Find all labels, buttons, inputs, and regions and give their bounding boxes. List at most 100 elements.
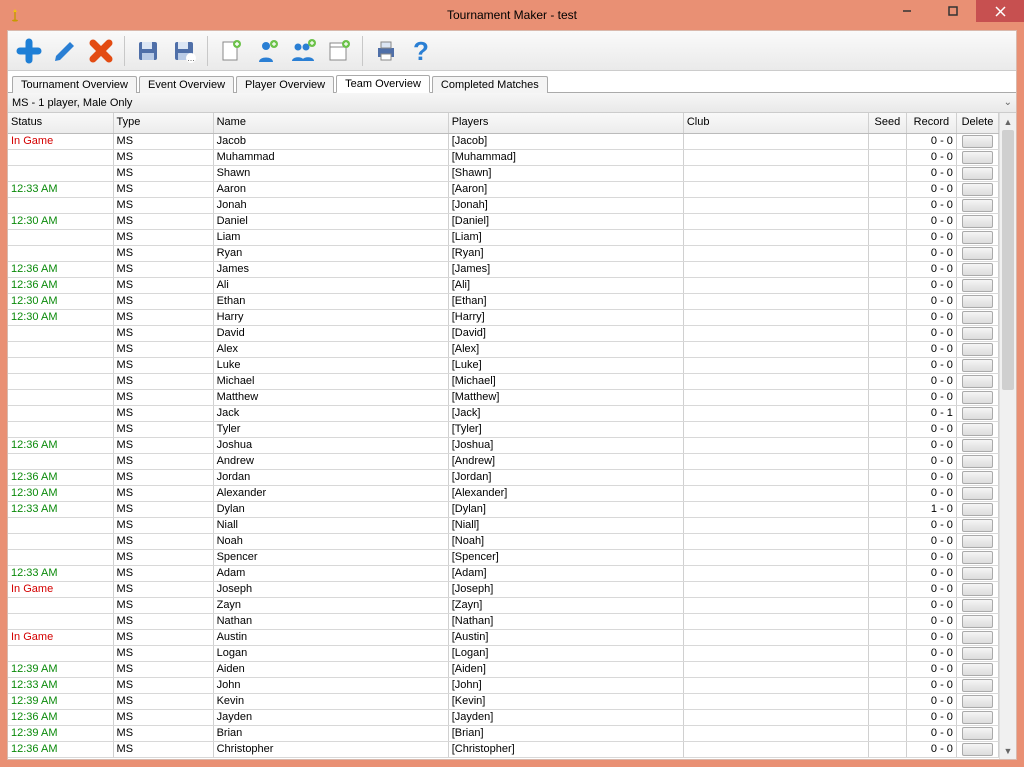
scroll-up-icon[interactable]: ▲ bbox=[1000, 113, 1016, 130]
table-row[interactable]: MSNoah[Noah]0 - 0 bbox=[8, 533, 999, 549]
table-row[interactable]: In GameMSJacob[Jacob]0 - 0 bbox=[8, 133, 999, 149]
save-as-icon[interactable]: … bbox=[169, 36, 199, 66]
tab-completed-matches[interactable]: Completed Matches bbox=[432, 76, 548, 93]
delete-button[interactable] bbox=[962, 583, 993, 596]
table-row[interactable]: MSJonah[Jonah]0 - 0 bbox=[8, 197, 999, 213]
table-row[interactable]: 12:33 AMMSJohn[John]0 - 0 bbox=[8, 677, 999, 693]
table-row[interactable]: MSRyan[Ryan]0 - 0 bbox=[8, 245, 999, 261]
col-club[interactable]: Club bbox=[683, 113, 868, 133]
table-row[interactable]: MSMatthew[Matthew]0 - 0 bbox=[8, 389, 999, 405]
delete-button[interactable] bbox=[962, 407, 993, 420]
delete-button[interactable] bbox=[962, 695, 993, 708]
table-row[interactable]: 12:36 AMMSJoshua[Joshua]0 - 0 bbox=[8, 437, 999, 453]
delete-button[interactable] bbox=[962, 231, 993, 244]
delete-button[interactable] bbox=[962, 471, 993, 484]
delete-button[interactable] bbox=[962, 743, 993, 756]
save-icon[interactable] bbox=[133, 36, 163, 66]
delete-button[interactable] bbox=[962, 423, 993, 436]
maximize-button[interactable] bbox=[930, 0, 976, 22]
minimize-button[interactable] bbox=[884, 0, 930, 22]
col-players[interactable]: Players bbox=[448, 113, 683, 133]
delete-button[interactable] bbox=[962, 199, 993, 212]
titlebar[interactable]: Tournament Maker - test bbox=[0, 0, 1024, 30]
edit-icon[interactable] bbox=[50, 36, 80, 66]
table-row[interactable]: MSMuhammad[Muhammad]0 - 0 bbox=[8, 149, 999, 165]
table-row[interactable]: MSSpencer[Spencer]0 - 0 bbox=[8, 549, 999, 565]
delete-button[interactable] bbox=[962, 135, 993, 148]
table-row[interactable]: 12:30 AMMSHarry[Harry]0 - 0 bbox=[8, 309, 999, 325]
tab-team-overview[interactable]: Team Overview bbox=[336, 75, 430, 93]
delete-button[interactable] bbox=[962, 215, 993, 228]
table-row[interactable]: 12:36 AMMSJames[James]0 - 0 bbox=[8, 261, 999, 277]
delete-button[interactable] bbox=[962, 375, 993, 388]
delete-button[interactable] bbox=[962, 487, 993, 500]
delete-button[interactable] bbox=[962, 455, 993, 468]
delete-button[interactable] bbox=[962, 359, 993, 372]
new-doc-icon[interactable] bbox=[216, 36, 246, 66]
delete-button[interactable] bbox=[962, 551, 993, 564]
table-row[interactable]: 12:36 AMMSChristopher[Christopher]0 - 0 bbox=[8, 741, 999, 757]
col-delete[interactable]: Delete bbox=[956, 113, 998, 133]
table-row[interactable]: MSShawn[Shawn]0 - 0 bbox=[8, 165, 999, 181]
delete-button[interactable] bbox=[962, 519, 993, 532]
table-row[interactable]: 12:30 AMMSDaniel[Daniel]0 - 0 bbox=[8, 213, 999, 229]
filter-dropdown[interactable]: MS - 1 player, Male Only ⌄ bbox=[8, 93, 1016, 113]
table-row[interactable]: MSAndrew[Andrew]0 - 0 bbox=[8, 453, 999, 469]
table-row[interactable]: MSTyler[Tyler]0 - 0 bbox=[8, 421, 999, 437]
delete-button[interactable] bbox=[962, 679, 993, 692]
add-icon[interactable] bbox=[14, 36, 44, 66]
tab-tournament-overview[interactable]: Tournament Overview bbox=[12, 76, 137, 93]
header-row[interactable]: StatusTypeNamePlayersClubSeedRecordDelet… bbox=[8, 113, 999, 133]
delete-button[interactable] bbox=[962, 183, 993, 196]
delete-button[interactable] bbox=[962, 263, 993, 276]
delete-icon[interactable] bbox=[86, 36, 116, 66]
table-row[interactable]: MSNiall[Niall]0 - 0 bbox=[8, 517, 999, 533]
delete-button[interactable] bbox=[962, 711, 993, 724]
delete-button[interactable] bbox=[962, 631, 993, 644]
delete-button[interactable] bbox=[962, 167, 993, 180]
help-icon[interactable]: ? bbox=[407, 36, 437, 66]
table-row[interactable]: 12:36 AMMSJordan[Jordan]0 - 0 bbox=[8, 469, 999, 485]
table-row[interactable]: MSJack[Jack]0 - 1 bbox=[8, 405, 999, 421]
table-row[interactable]: MSLogan[Logan]0 - 0 bbox=[8, 645, 999, 661]
new-event-icon[interactable] bbox=[324, 36, 354, 66]
table-row[interactable]: MSDavid[David]0 - 0 bbox=[8, 325, 999, 341]
table-row[interactable]: MSNathan[Nathan]0 - 0 bbox=[8, 613, 999, 629]
team-grid[interactable]: StatusTypeNamePlayersClubSeedRecordDelet… bbox=[8, 113, 999, 759]
delete-button[interactable] bbox=[962, 327, 993, 340]
table-row[interactable]: 12:36 AMMSJayden[Jayden]0 - 0 bbox=[8, 709, 999, 725]
table-row[interactable]: In GameMSAustin[Austin]0 - 0 bbox=[8, 629, 999, 645]
tab-player-overview[interactable]: Player Overview bbox=[236, 76, 334, 93]
table-row[interactable]: MSAlex[Alex]0 - 0 bbox=[8, 341, 999, 357]
scroll-down-icon[interactable]: ▼ bbox=[1000, 742, 1016, 759]
print-icon[interactable] bbox=[371, 36, 401, 66]
table-row[interactable]: MSMichael[Michael]0 - 0 bbox=[8, 373, 999, 389]
close-button[interactable] bbox=[976, 0, 1024, 22]
table-row[interactable]: 12:33 AMMSAdam[Adam]0 - 0 bbox=[8, 565, 999, 581]
table-row[interactable]: MSLiam[Liam]0 - 0 bbox=[8, 229, 999, 245]
table-row[interactable]: 12:30 AMMSAlexander[Alexander]0 - 0 bbox=[8, 485, 999, 501]
col-status[interactable]: Status bbox=[8, 113, 113, 133]
delete-button[interactable] bbox=[962, 151, 993, 164]
table-row[interactable]: 12:33 AMMSAaron[Aaron]0 - 0 bbox=[8, 181, 999, 197]
delete-button[interactable] bbox=[962, 615, 993, 628]
delete-button[interactable] bbox=[962, 647, 993, 660]
table-row[interactable]: 12:33 AMMSDylan[Dylan]1 - 0 bbox=[8, 501, 999, 517]
delete-button[interactable] bbox=[962, 295, 993, 308]
tab-event-overview[interactable]: Event Overview bbox=[139, 76, 234, 93]
delete-button[interactable] bbox=[962, 535, 993, 548]
delete-button[interactable] bbox=[962, 663, 993, 676]
delete-button[interactable] bbox=[962, 343, 993, 356]
col-seed[interactable]: Seed bbox=[868, 113, 906, 133]
delete-button[interactable] bbox=[962, 311, 993, 324]
table-row[interactable]: MSLuke[Luke]0 - 0 bbox=[8, 357, 999, 373]
col-name[interactable]: Name bbox=[213, 113, 448, 133]
table-row[interactable]: 12:39 AMMSAiden[Aiden]0 - 0 bbox=[8, 661, 999, 677]
table-row[interactable]: 12:36 AMMSAli[Ali]0 - 0 bbox=[8, 277, 999, 293]
add-person-icon[interactable] bbox=[252, 36, 282, 66]
delete-button[interactable] bbox=[962, 279, 993, 292]
table-row[interactable]: 12:30 AMMSEthan[Ethan]0 - 0 bbox=[8, 293, 999, 309]
table-row[interactable]: 12:39 AMMSKevin[Kevin]0 - 0 bbox=[8, 693, 999, 709]
vertical-scrollbar[interactable]: ▲ ▼ bbox=[999, 113, 1016, 759]
table-row[interactable]: 12:39 AMMSBrian[Brian]0 - 0 bbox=[8, 725, 999, 741]
